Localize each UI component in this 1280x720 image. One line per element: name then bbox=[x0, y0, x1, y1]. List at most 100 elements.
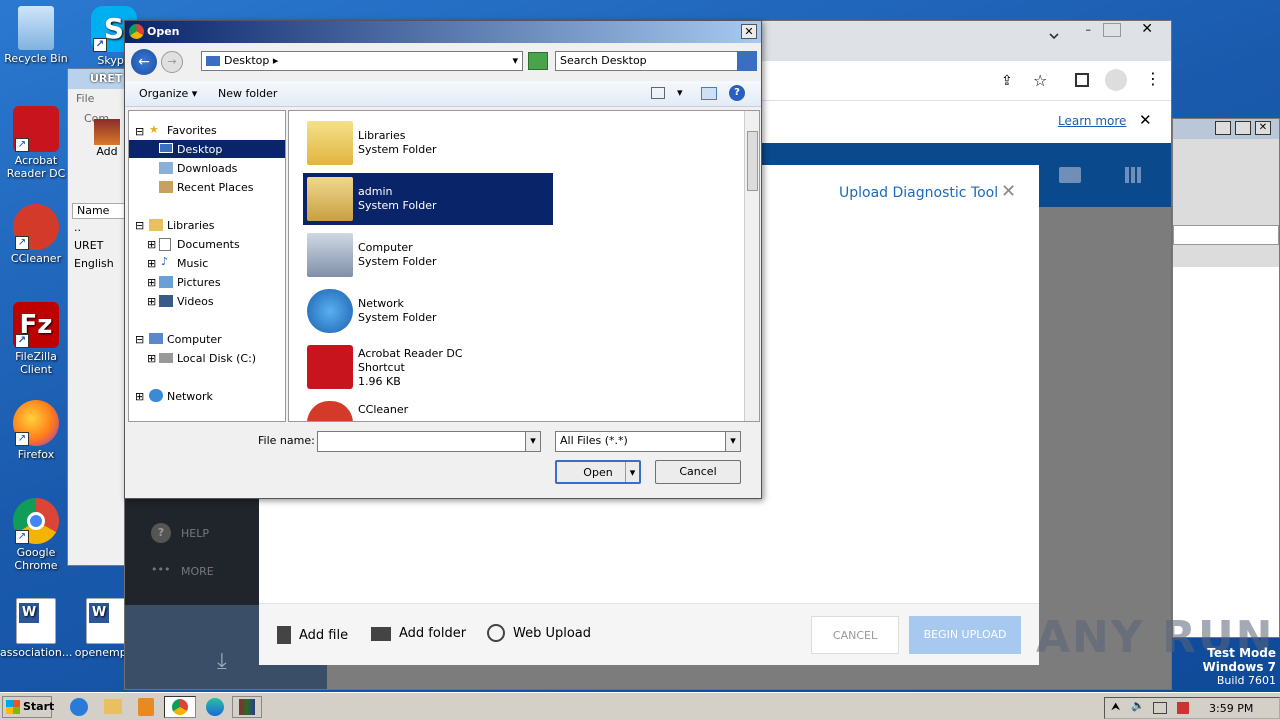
minimize-button[interactable]: – bbox=[1086, 23, 1092, 36]
edge-taskbar-icon[interactable] bbox=[206, 698, 224, 716]
maximize-button[interactable] bbox=[1103, 23, 1121, 37]
file-list-scrollbar[interactable] bbox=[744, 111, 759, 421]
volume-icon[interactable]: 🔈 bbox=[1131, 699, 1145, 712]
tray-expand-icon[interactable]: ⮝ bbox=[1111, 700, 1120, 714]
filezilla-icon[interactable]: Fz ↗ FileZilla Client bbox=[0, 302, 72, 376]
file-item[interactable]: Libraries System Folder bbox=[303, 117, 553, 169]
search-icon[interactable] bbox=[737, 51, 757, 71]
view-options-icon[interactable] bbox=[651, 87, 665, 99]
file-item[interactable]: Network System Folder bbox=[303, 285, 553, 337]
location-dropdown-icon[interactable]: ▾ bbox=[512, 52, 518, 70]
network-tray-icon[interactable] bbox=[1153, 702, 1167, 714]
media-player-taskbar-icon[interactable] bbox=[138, 698, 154, 716]
cancel-upload-button[interactable]: CANCEL bbox=[811, 616, 899, 654]
bg-min-button[interactable] bbox=[1215, 121, 1231, 135]
open-split-arrow-icon[interactable]: ▾ bbox=[625, 462, 639, 482]
tree-documents[interactable]: Documents bbox=[177, 238, 240, 251]
tree-videos[interactable]: Videos bbox=[177, 295, 214, 308]
explorer-taskbar-icon[interactable] bbox=[104, 699, 122, 714]
forward-arrow-icon[interactable]: → bbox=[161, 51, 183, 73]
new-folder-button[interactable]: New folder bbox=[218, 87, 277, 100]
clock[interactable]: 3:59 PM bbox=[1209, 702, 1253, 715]
tree-music[interactable]: Music bbox=[177, 257, 208, 270]
organize-menu[interactable]: Organize ▾ bbox=[139, 87, 197, 100]
uret-column-name[interactable]: Name bbox=[72, 203, 126, 219]
expand-libraries-icon[interactable]: ⊟ bbox=[135, 219, 144, 232]
file-item[interactable]: CCleaner bbox=[303, 397, 553, 421]
menu-kebab-icon[interactable]: ⋮ bbox=[1145, 69, 1161, 88]
tree-favorites[interactable]: Favorites bbox=[167, 124, 217, 137]
file-item[interactable]: Acrobat Reader DC Shortcut 1.96 KB bbox=[303, 341, 553, 393]
begin-upload-button[interactable]: BEGIN UPLOAD bbox=[909, 616, 1021, 654]
back-arrow-icon[interactable]: ← bbox=[131, 49, 157, 75]
expand-favorites-icon[interactable]: ⊟ bbox=[135, 125, 144, 138]
action-center-icon[interactable] bbox=[1177, 702, 1189, 714]
search-desktop-input[interactable]: Search Desktop bbox=[555, 51, 757, 71]
expand-music-icon[interactable]: ⊞ bbox=[147, 257, 156, 270]
refresh-icon[interactable] bbox=[528, 52, 548, 70]
file-name-dropdown-icon[interactable]: ▾ bbox=[525, 431, 541, 452]
uret-row-up[interactable]: .. bbox=[74, 221, 81, 234]
more-link[interactable]: MORE bbox=[181, 565, 214, 578]
help-question-icon[interactable]: ? bbox=[729, 85, 745, 101]
add-folder-button[interactable]: Add folder bbox=[371, 626, 466, 641]
profile-avatar-icon[interactable] bbox=[1105, 69, 1127, 91]
chrome-taskbar-button[interactable] bbox=[164, 696, 196, 718]
bg-max-button[interactable] bbox=[1235, 121, 1251, 135]
upload-diagnostic-tool-link[interactable]: Upload Diagnostic Tool bbox=[839, 185, 998, 201]
share-icon[interactable]: ⇪ bbox=[1001, 73, 1013, 89]
scrollbar-thumb[interactable] bbox=[747, 131, 758, 191]
preview-pane-icon[interactable] bbox=[701, 87, 717, 100]
apps-grid-icon[interactable] bbox=[1125, 167, 1141, 183]
bg-dropdown[interactable] bbox=[1173, 225, 1279, 245]
expand-computer-icon[interactable]: ⊟ bbox=[135, 333, 144, 346]
file-name-input[interactable]: ▾ bbox=[317, 431, 541, 452]
expand-local-disk-icon[interactable]: ⊞ bbox=[147, 352, 156, 365]
ccleaner-icon[interactable]: ↗ CCleaner bbox=[0, 204, 72, 265]
uret-row-english[interactable]: English bbox=[74, 257, 114, 270]
uret-menu-file[interactable]: File bbox=[76, 92, 94, 105]
tree-recent-places[interactable]: Recent Places bbox=[177, 181, 254, 194]
expand-network-icon[interactable]: ⊞ bbox=[135, 390, 144, 403]
view-dropdown-icon[interactable]: ▾ bbox=[677, 86, 683, 99]
tree-pictures[interactable]: Pictures bbox=[177, 276, 221, 289]
tree-downloads[interactable]: Downloads bbox=[177, 162, 237, 175]
dialog-close-button[interactable]: ✕ bbox=[741, 24, 757, 39]
recycle-bin-icon[interactable]: Recycle Bin bbox=[0, 6, 72, 65]
location-breadcrumb[interactable]: Desktop ▸ ▾ bbox=[201, 51, 523, 71]
dialog-cancel-button[interactable]: Cancel bbox=[655, 460, 741, 484]
word-doc-association-icon[interactable]: W association... bbox=[0, 598, 72, 659]
filter-dropdown-icon[interactable]: ▾ bbox=[725, 431, 741, 452]
file-item-selected[interactable]: admin System Folder bbox=[303, 173, 553, 225]
tree-network[interactable]: Network bbox=[167, 390, 213, 403]
firefox-icon[interactable]: ↗ Firefox bbox=[0, 400, 72, 461]
tree-libraries[interactable]: Libraries bbox=[167, 219, 215, 232]
side-panel-icon[interactable] bbox=[1075, 73, 1089, 87]
close-window-button[interactable]: ✕ bbox=[1141, 21, 1153, 37]
bg-close-button[interactable]: ✕ bbox=[1255, 121, 1271, 135]
expand-documents-icon[interactable]: ⊞ bbox=[147, 238, 156, 251]
close-modal-icon[interactable]: ✕ bbox=[1001, 181, 1016, 202]
tree-desktop[interactable]: Desktop bbox=[177, 143, 222, 156]
bookmark-star-icon[interactable]: ☆ bbox=[1033, 71, 1047, 90]
uret-row-uret[interactable]: URET bbox=[74, 239, 103, 252]
acrobat-reader-icon[interactable]: ↗ Acrobat Reader DC bbox=[0, 106, 72, 180]
expand-videos-icon[interactable]: ⊞ bbox=[147, 295, 156, 308]
tree-local-disk[interactable]: Local Disk (C:) bbox=[177, 352, 256, 365]
new-folder-icon[interactable] bbox=[1059, 167, 1081, 183]
web-upload-button[interactable]: Web Upload bbox=[487, 624, 591, 642]
open-button[interactable]: Open ▾ bbox=[555, 460, 641, 484]
ie-taskbar-icon[interactable] bbox=[70, 698, 88, 716]
tree-computer[interactable]: Computer bbox=[167, 333, 222, 346]
tab-search-chevron-icon[interactable] bbox=[1047, 29, 1061, 43]
expand-pictures-icon[interactable]: ⊞ bbox=[147, 276, 156, 289]
uret-add-button[interactable]: Add bbox=[92, 119, 122, 163]
google-chrome-icon[interactable]: ↗ Google Chrome bbox=[0, 498, 72, 572]
file-item[interactable]: Computer System Folder bbox=[303, 229, 553, 281]
close-info-bar-icon[interactable]: ✕ bbox=[1139, 111, 1152, 129]
add-file-button[interactable]: Add file bbox=[277, 626, 348, 644]
file-type-filter[interactable]: All Files (*.*) ▾ bbox=[555, 431, 741, 452]
learn-more-link[interactable]: Learn more bbox=[1058, 114, 1126, 128]
help-link[interactable]: HELP bbox=[181, 527, 209, 540]
winrar-taskbar-button[interactable] bbox=[232, 696, 262, 718]
